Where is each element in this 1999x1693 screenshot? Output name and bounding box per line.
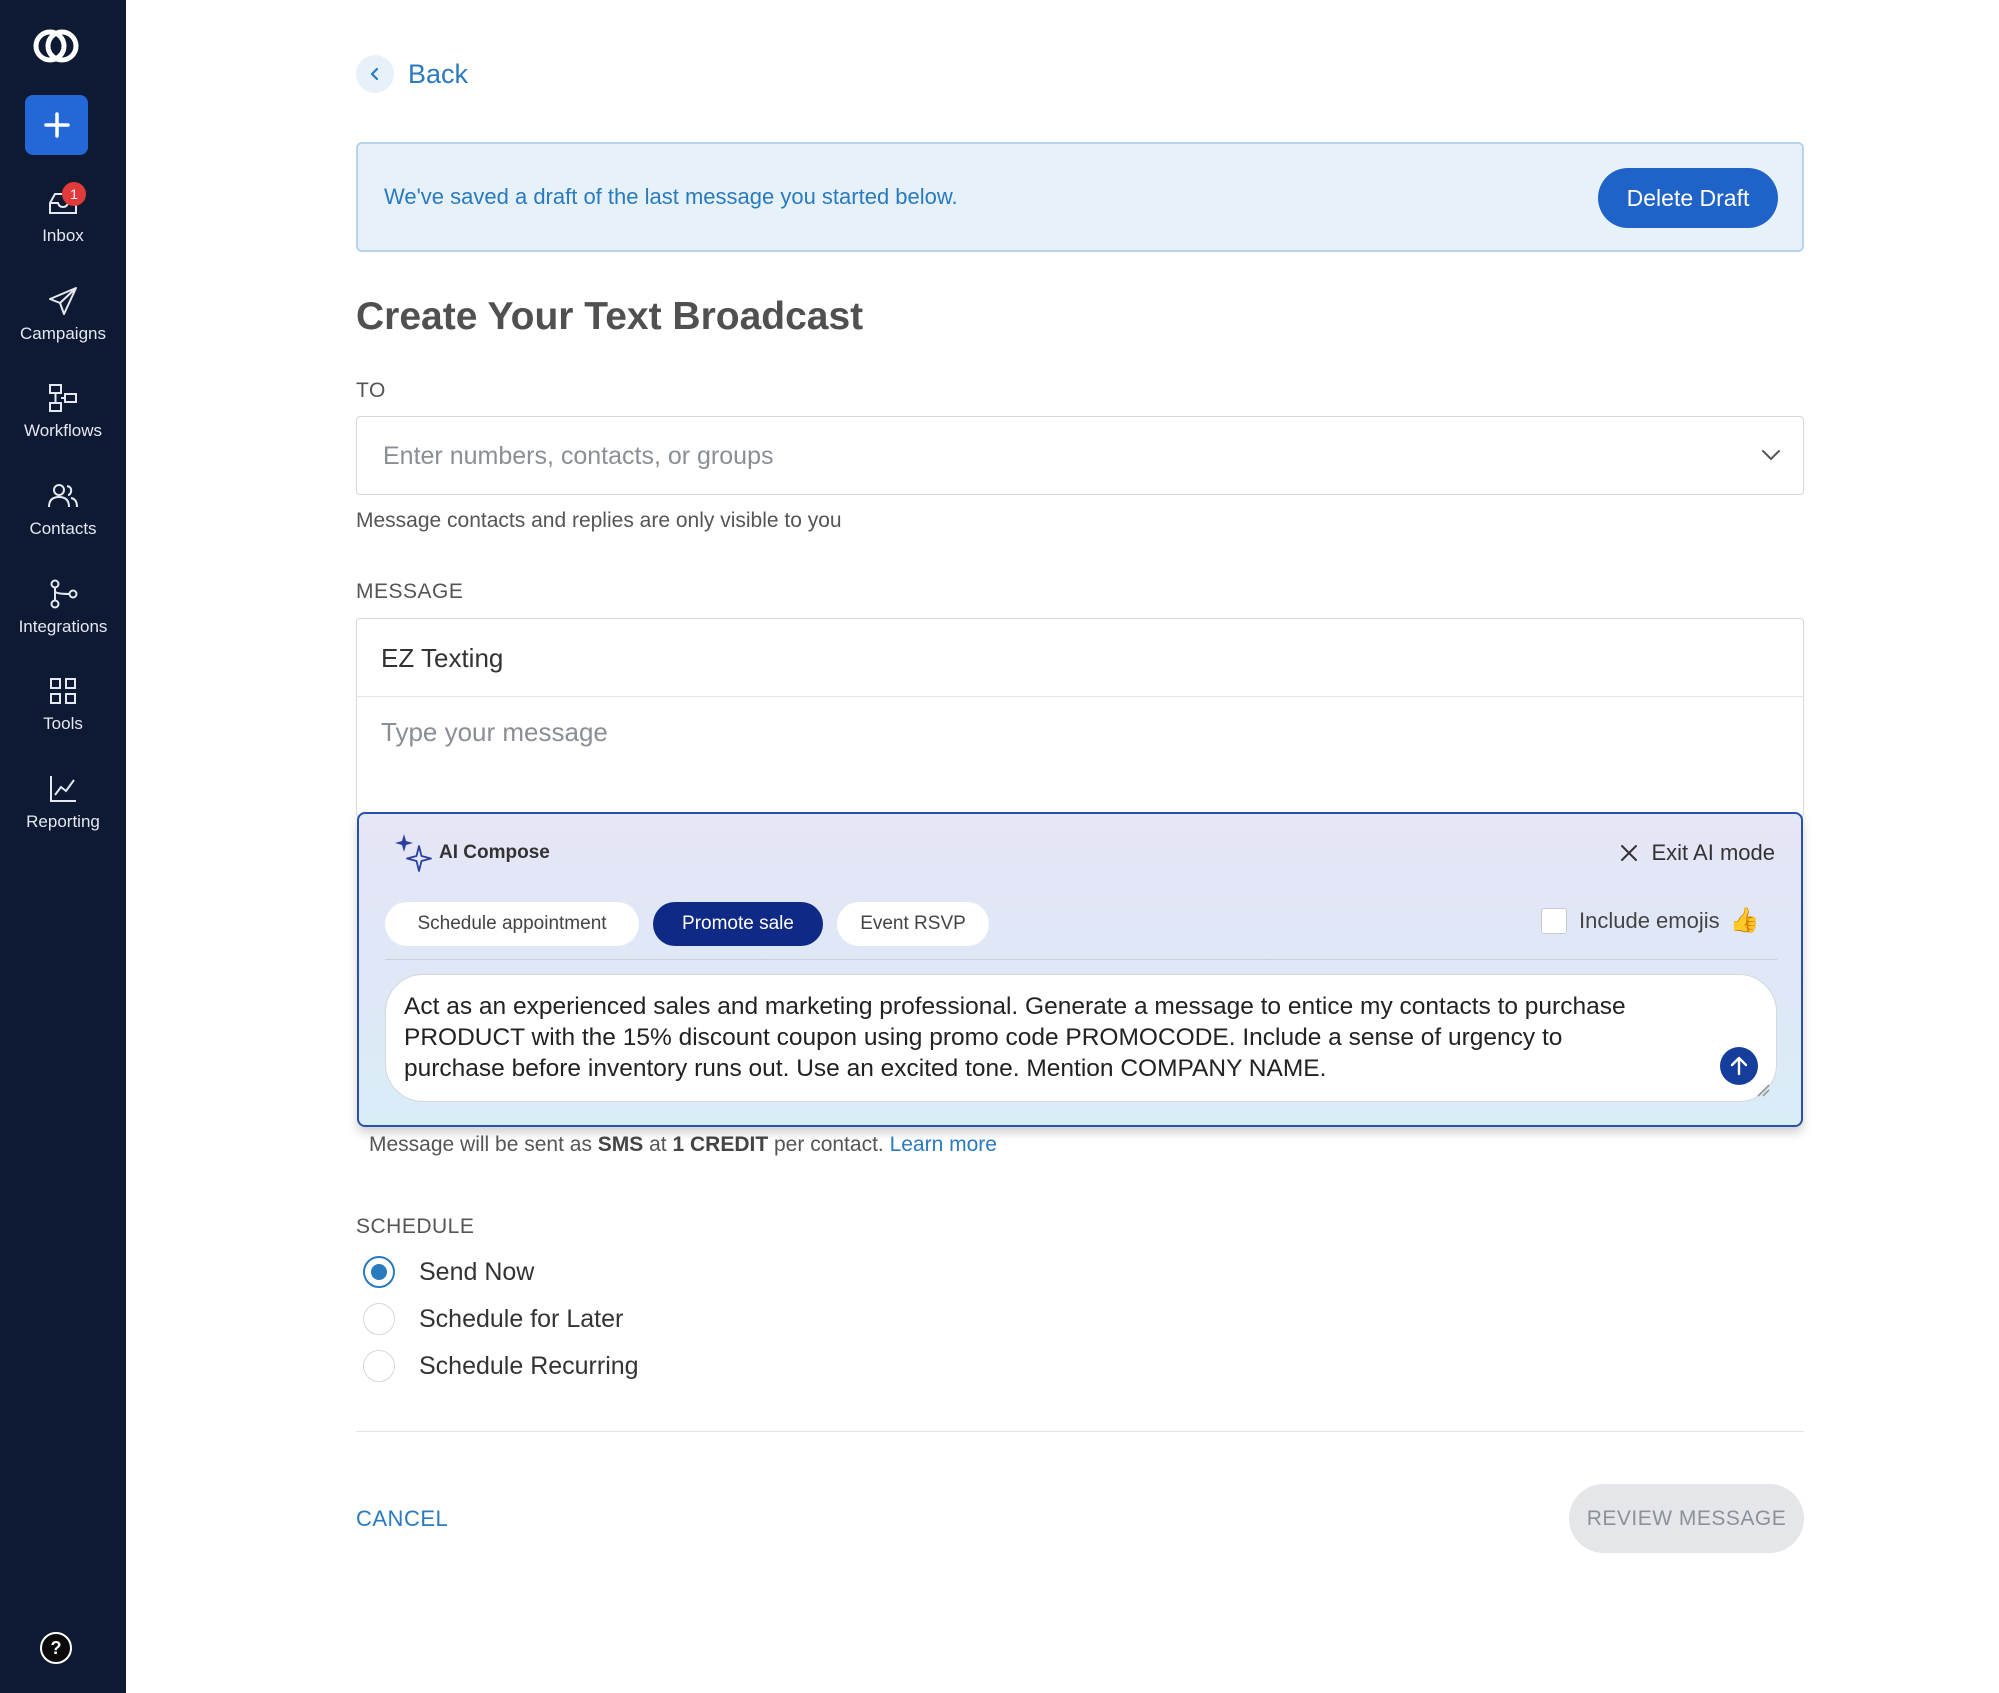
draft-banner-text: We've saved a draft of the last message … xyxy=(384,184,958,209)
include-emojis-checkbox[interactable] xyxy=(1541,907,1567,934)
resize-handle-icon[interactable] xyxy=(1756,1083,1770,1097)
cancel-button[interactable]: CANCEL xyxy=(356,1506,448,1532)
sender-name-field[interactable]: EZ Texting xyxy=(357,619,1803,697)
radio-label: Schedule Recurring xyxy=(419,1351,639,1380)
workflow-icon xyxy=(49,384,77,412)
schedule-label: SCHEDULE xyxy=(356,1215,475,1238)
chevron-down-icon[interactable] xyxy=(1759,443,1783,472)
thumbs-up-icon: 👍 xyxy=(1729,907,1760,934)
sms-type: SMS xyxy=(597,1133,644,1156)
sms-note-text: at xyxy=(643,1133,673,1156)
sms-credit: 1 CREDIT xyxy=(672,1133,769,1156)
contacts-icon xyxy=(48,484,78,508)
to-label: TO xyxy=(356,379,386,402)
recipients-field[interactable] xyxy=(356,416,1804,495)
delete-draft-button[interactable]: Delete Draft xyxy=(1598,168,1778,228)
message-textarea[interactable]: Type your message xyxy=(381,717,1761,757)
sender-name: EZ Texting xyxy=(381,643,504,673)
help-button[interactable]: ? xyxy=(40,1632,72,1664)
sidebar-item-label: Tools xyxy=(43,714,83,733)
draft-banner: We've saved a draft of the last message … xyxy=(356,142,1804,252)
ai-prompt-text[interactable]: Act as an experienced sales and marketin… xyxy=(404,991,1654,1084)
chip-event-rsvp[interactable]: Event RSVP xyxy=(837,902,989,946)
learn-more-link[interactable]: Learn more xyxy=(890,1133,997,1156)
schedule-option-recurring[interactable]: Schedule Recurring xyxy=(363,1350,639,1382)
radio-button[interactable] xyxy=(363,1256,395,1288)
plus-icon xyxy=(43,112,70,138)
sidebar-item-label: Reporting xyxy=(26,812,100,831)
sidebar-item-campaigns[interactable]: Campaigns xyxy=(0,284,126,364)
divider xyxy=(385,959,1777,960)
schedule-option-send-now[interactable]: Send Now xyxy=(363,1256,534,1288)
sidebar-item-contacts[interactable]: Contacts xyxy=(0,479,126,559)
chart-icon xyxy=(50,776,76,802)
grid-icon xyxy=(50,678,76,704)
inbox-badge: 1 xyxy=(62,182,86,206)
recipients-helper-text: Message contacts and replies are only vi… xyxy=(356,509,842,532)
radio-label: Send Now xyxy=(419,1257,535,1286)
chip-promote-sale[interactable]: Promote sale xyxy=(653,902,823,946)
review-message-button[interactable]: REVIEW MESSAGE xyxy=(1569,1484,1804,1553)
divider xyxy=(356,1431,1804,1432)
sms-credit-note: Message will be sent as SMS at 1 CREDIT … xyxy=(369,1133,997,1157)
sidebar-item-integrations[interactable]: Integrations xyxy=(0,577,126,657)
new-message-button[interactable] xyxy=(25,95,88,155)
sidebar-item-workflows[interactable]: Workflows xyxy=(0,381,126,461)
recipients-input[interactable] xyxy=(381,435,1685,477)
radio-button[interactable] xyxy=(363,1303,395,1335)
close-icon xyxy=(1621,845,1638,861)
sparkle-icon xyxy=(395,834,432,872)
sidebar-item-inbox[interactable]: 1 Inbox xyxy=(0,182,126,266)
brand-logo-icon[interactable] xyxy=(29,22,83,70)
sms-note-text: per contact. xyxy=(768,1133,890,1156)
chevron-left-icon xyxy=(356,55,394,93)
paper-plane-icon xyxy=(49,287,77,315)
send-prompt-button[interactable] xyxy=(1720,1047,1758,1085)
sidebar-item-label: Integrations xyxy=(18,617,108,636)
include-emojis-toggle[interactable]: Include emojis 👍 xyxy=(1541,906,1760,935)
sidebar-item-label: Contacts xyxy=(29,519,97,538)
ai-compose-title: AI Compose xyxy=(439,842,550,863)
integrations-icon xyxy=(50,579,78,609)
back-label: Back xyxy=(408,58,469,89)
sidebar-item-tools[interactable]: Tools xyxy=(0,674,126,754)
sms-note-text: Message will be sent as xyxy=(369,1133,598,1156)
ai-compose-panel: AI Compose Exit AI mode Schedule appoint… xyxy=(357,812,1803,1127)
sidebar-item-reporting[interactable]: Reporting xyxy=(0,772,126,852)
sidebar-item-label: Campaigns xyxy=(20,324,106,343)
radio-button[interactable] xyxy=(363,1350,395,1382)
schedule-option-later[interactable]: Schedule for Later xyxy=(363,1303,623,1335)
message-label: MESSAGE xyxy=(356,580,464,603)
ai-prompt-box[interactable]: Act as an experienced sales and marketin… xyxy=(385,974,1777,1102)
chip-schedule-appointment[interactable]: Schedule appointment xyxy=(385,902,639,946)
sidebar: 1 Inbox Campaigns Workflows Contacts Int… xyxy=(0,0,126,1693)
exit-ai-mode-label: Exit AI mode xyxy=(1651,840,1775,865)
exit-ai-mode-button[interactable]: Exit AI mode xyxy=(1619,840,1775,866)
arrow-up-icon xyxy=(1730,1056,1748,1076)
include-emojis-label: Include emojis xyxy=(1579,907,1720,933)
sidebar-item-label: Workflows xyxy=(23,421,103,440)
page-title: Create Your Text Broadcast xyxy=(356,295,864,338)
radio-label: Schedule for Later xyxy=(419,1304,624,1333)
message-box: EZ Texting Type your message xyxy=(356,618,1804,818)
back-link[interactable]: Back xyxy=(356,55,468,93)
sidebar-item-label: Inbox xyxy=(42,226,84,245)
